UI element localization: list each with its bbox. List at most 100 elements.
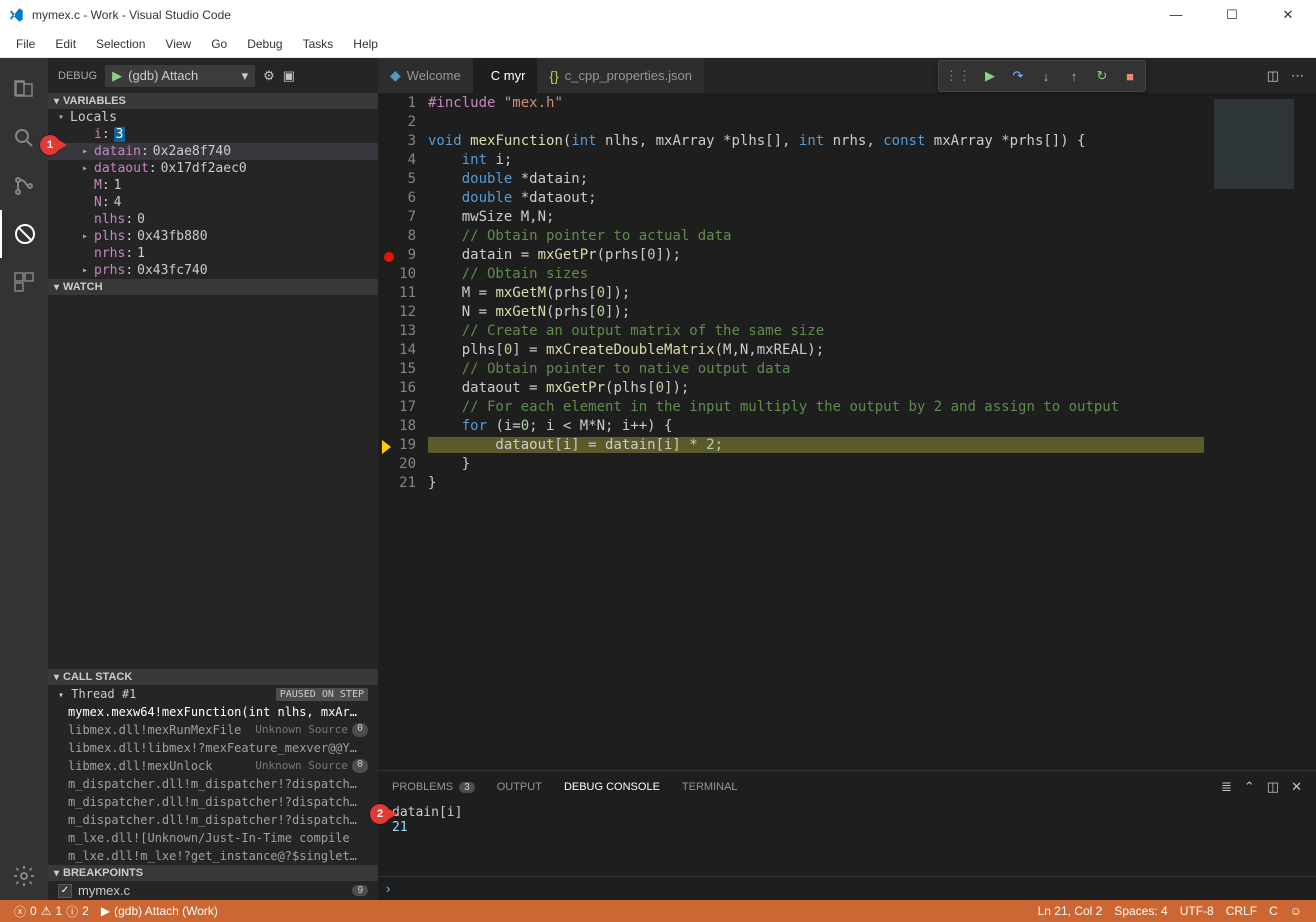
clear-console-icon[interactable]: ≣ bbox=[1221, 779, 1232, 795]
breakpoint-file: mymex.c bbox=[78, 883, 130, 898]
status-eol[interactable]: CRLF bbox=[1220, 904, 1263, 918]
panel-tab-output[interactable]: OUTPUT bbox=[497, 781, 542, 793]
debug-console-input[interactable] bbox=[396, 881, 1308, 896]
callstack-frame[interactable]: libmex.dll!mexRunMexFileUnknown Source0 bbox=[48, 721, 378, 739]
menu-tasks[interactable]: Tasks bbox=[295, 35, 342, 53]
variable-row[interactable]: i:3 bbox=[48, 126, 378, 143]
breakpoint-row[interactable]: ✓ mymex.c 9 bbox=[58, 883, 368, 898]
editor-tabs: ◆Welcome C myr {}c_cpp_properties.json ◫… bbox=[378, 58, 1316, 93]
step-out-button[interactable]: ↑ bbox=[1061, 63, 1087, 89]
debug-config-name: (gdb) Attach bbox=[128, 68, 198, 83]
drag-handle-icon[interactable]: ⋮⋮ bbox=[941, 68, 975, 84]
callstack-frame[interactable]: m_dispatcher.dll!m_dispatcher!?dispatch_… bbox=[48, 775, 378, 793]
tab-welcome[interactable]: ◆Welcome bbox=[378, 58, 473, 93]
sidebar: DEBUG ▶ (gdb) Attach ▾ ⚙ ▣ ▾VARIABLES ▾L… bbox=[48, 58, 378, 900]
variable-row[interactable]: M:1 bbox=[48, 177, 378, 194]
breakpoints-section-header[interactable]: ▾BREAKPOINTS bbox=[48, 865, 378, 881]
menu-view[interactable]: View bbox=[157, 35, 199, 53]
callstack-body: ▾ Thread #1 PAUSED ON STEP mymex.mexw64!… bbox=[48, 685, 378, 865]
activity-search-icon[interactable] bbox=[0, 114, 48, 162]
editor[interactable]: 123456789101112131415161718192021 #inclu… bbox=[378, 93, 1316, 770]
debug-console-icon[interactable]: ▣ bbox=[283, 68, 295, 84]
activity-scm-icon[interactable] bbox=[0, 162, 48, 210]
menu-help[interactable]: Help bbox=[345, 35, 386, 53]
tab-mymex[interactable]: C myr bbox=[473, 58, 538, 93]
more-icon[interactable]: ⋯ bbox=[1291, 68, 1304, 84]
callstack-section-header[interactable]: ▾CALL STACK bbox=[48, 669, 378, 685]
variable-row[interactable]: ▸dataout:0x17df2aec0 bbox=[48, 160, 378, 177]
menu-debug[interactable]: Debug bbox=[239, 35, 290, 53]
debug-console-input-row: › bbox=[378, 876, 1316, 900]
console-value: 21 bbox=[392, 820, 1302, 835]
callstack-frame[interactable]: libmex.dll!mexUnlockUnknown Source0 bbox=[48, 757, 378, 775]
callstack-frame[interactable]: libmex.dll!libmex!?mexFeature_mexver@@YA… bbox=[48, 739, 378, 757]
split-editor-icon[interactable]: ◫ bbox=[1267, 68, 1279, 84]
callstack-frame[interactable]: m_dispatcher.dll!m_dispatcher!?dispatch_… bbox=[48, 793, 378, 811]
annotation-callout-1: 1 bbox=[40, 135, 60, 155]
maximize-button[interactable]: ☐ bbox=[1212, 7, 1252, 23]
status-lang[interactable]: C bbox=[1263, 904, 1284, 918]
locals-header[interactable]: ▾Locals bbox=[48, 109, 378, 126]
error-icon: ⓧ bbox=[14, 903, 26, 920]
minimap[interactable] bbox=[1206, 93, 1316, 770]
variable-row[interactable]: ▸datain:0x2ae8f740 bbox=[48, 143, 378, 160]
start-debug-icon[interactable]: ▶ bbox=[112, 68, 122, 84]
continue-button[interactable]: ▶ bbox=[977, 63, 1003, 89]
callstack-frame[interactable]: mymex.mexw64!mexFunction(int nlhs, mxArr… bbox=[48, 703, 378, 721]
menubar: File Edit Selection View Go Debug Tasks … bbox=[0, 30, 1316, 58]
menu-file[interactable]: File bbox=[8, 35, 43, 53]
panel-tab-debug-console[interactable]: DEBUG CONSOLE bbox=[564, 781, 660, 793]
activity-explorer-icon[interactable] bbox=[0, 66, 48, 114]
activity-debug-icon[interactable] bbox=[0, 210, 48, 258]
status-encoding[interactable]: UTF-8 bbox=[1174, 904, 1220, 918]
stop-button[interactable]: ■ bbox=[1117, 63, 1143, 89]
window-controls: — ☐ ✕ bbox=[1156, 7, 1308, 23]
maximize-panel-icon[interactable]: ◫ bbox=[1267, 779, 1279, 795]
callstack-frame[interactable]: m_lxe.dll!m_lxe!?get_instance@?$singleto… bbox=[48, 847, 378, 865]
vscode-logo-icon bbox=[8, 7, 24, 23]
menu-go[interactable]: Go bbox=[203, 35, 235, 53]
variable-row[interactable]: nlhs:0 bbox=[48, 211, 378, 228]
variable-row[interactable]: nrhs:1 bbox=[48, 245, 378, 262]
status-errors[interactable]: ⓧ0⚠1ⓘ2 bbox=[8, 903, 95, 920]
variable-row[interactable]: ▸plhs:0x43fb880 bbox=[48, 228, 378, 245]
close-panel-icon[interactable]: ✕ bbox=[1291, 779, 1302, 795]
menu-edit[interactable]: Edit bbox=[47, 35, 84, 53]
watch-body[interactable] bbox=[48, 295, 378, 669]
vscode-icon: ◆ bbox=[390, 67, 401, 84]
watch-section-header[interactable]: ▾WATCH bbox=[48, 279, 378, 295]
variable-row[interactable]: N:4 bbox=[48, 194, 378, 211]
minimize-button[interactable]: — bbox=[1156, 7, 1196, 23]
callstack-frame[interactable]: m_lxe.dll![Unknown/Just-In-Time compile bbox=[48, 829, 378, 847]
status-spaces[interactable]: Spaces: 4 bbox=[1108, 904, 1173, 918]
debug-toolbar: ⋮⋮ ▶ ↷ ↓ ↑ ↻ ■ bbox=[938, 60, 1146, 92]
status-feedback-icon[interactable]: ☺ bbox=[1284, 904, 1308, 918]
step-into-button[interactable]: ↓ bbox=[1033, 63, 1059, 89]
debug-config-select[interactable]: ▶ (gdb) Attach ▾ bbox=[105, 65, 255, 87]
checkbox-icon[interactable]: ✓ bbox=[58, 884, 72, 898]
debug-console-body[interactable]: datain[i] 21 bbox=[378, 803, 1316, 876]
menu-selection[interactable]: Selection bbox=[88, 35, 153, 53]
gear-icon[interactable]: ⚙ bbox=[263, 68, 275, 84]
variable-row[interactable]: ▸prhs:0x43fc740 bbox=[48, 262, 378, 279]
window-title: mymex.c - Work - Visual Studio Code bbox=[32, 8, 1156, 22]
variables-section-header[interactable]: ▾VARIABLES bbox=[48, 93, 378, 109]
status-debug[interactable]: ▶(gdb) Attach (Work) bbox=[95, 904, 224, 918]
panel-tab-problems[interactable]: PROBLEMS3 bbox=[392, 781, 475, 793]
step-over-button[interactable]: ↷ bbox=[1005, 63, 1031, 89]
activity-settings-icon[interactable] bbox=[0, 852, 48, 900]
callstack-thread[interactable]: ▾ Thread #1 PAUSED ON STEP bbox=[48, 685, 378, 703]
close-button[interactable]: ✕ bbox=[1268, 7, 1308, 23]
variables-body: ▾Locals i:3▸datain:0x2ae8f740▸dataout:0x… bbox=[48, 109, 378, 279]
callstack-frame[interactable]: m_dispatcher.dll!m_dispatcher!?dispatch@… bbox=[48, 811, 378, 829]
code-area[interactable]: #include "mex.h"void mexFunction(int nlh… bbox=[428, 93, 1206, 770]
json-file-icon: {} bbox=[549, 68, 558, 84]
activity-extensions-icon[interactable] bbox=[0, 258, 48, 306]
tab-cpp-properties[interactable]: {}c_cpp_properties.json bbox=[537, 58, 704, 93]
status-cursor[interactable]: Ln 21, Col 2 bbox=[1032, 904, 1109, 918]
restart-button[interactable]: ↻ bbox=[1089, 63, 1115, 89]
breakpoints-body: ✓ mymex.c 9 bbox=[48, 881, 378, 900]
collapse-panel-icon[interactable]: ⌃ bbox=[1244, 779, 1255, 795]
warning-icon: ⚠ bbox=[41, 904, 52, 918]
panel-tab-terminal[interactable]: TERMINAL bbox=[682, 781, 738, 793]
